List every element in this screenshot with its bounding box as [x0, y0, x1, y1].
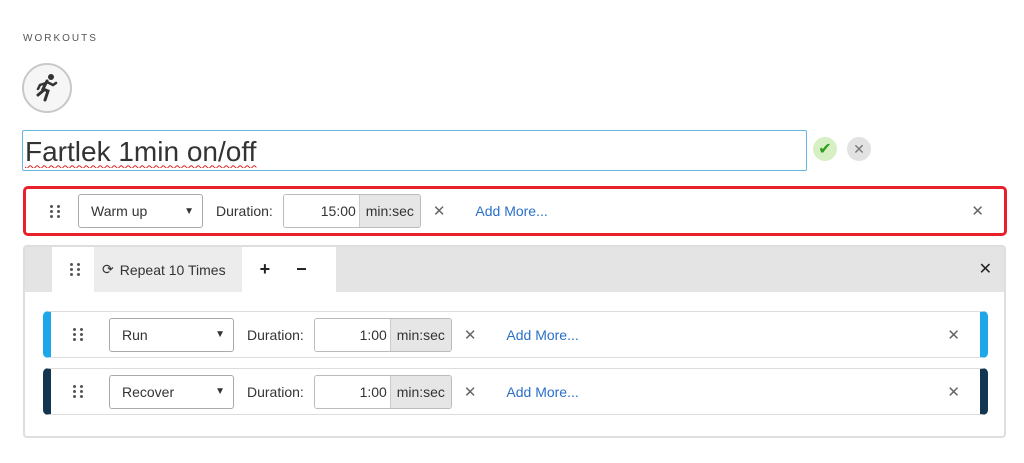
close-icon: ✕: [853, 140, 865, 157]
clear-duration-icon[interactable]: ✕: [433, 202, 446, 220]
duration-label: Duration:: [247, 326, 304, 343]
increment-repeat-button[interactable]: +: [260, 259, 271, 280]
remove-step-icon[interactable]: ✕: [947, 383, 960, 401]
duration-label: Duration:: [247, 383, 304, 400]
add-more-link[interactable]: Add More...: [506, 384, 578, 400]
drag-handle-icon[interactable]: [50, 204, 64, 218]
decrement-repeat-button[interactable]: −: [296, 259, 307, 280]
runner-glyph-icon: [36, 74, 58, 102]
duration-unit: min:sec: [358, 195, 420, 227]
confirm-button[interactable]: ✔: [813, 137, 837, 161]
duration-input[interactable]: 1:00: [314, 375, 390, 408]
step-type-value: Warm up: [91, 203, 148, 219]
checkmark-icon: ✔: [818, 141, 832, 158]
add-more-link[interactable]: Add More...: [506, 327, 578, 343]
remove-repeat-icon[interactable]: ✕: [979, 259, 992, 279]
step-type-select[interactable]: Recover ▼: [109, 374, 234, 409]
repeat-label-box: ⟳ Repeat 10 Times: [94, 247, 242, 292]
section-label: WORKOUTS: [23, 33, 98, 44]
chevron-down-icon: ▼: [215, 386, 225, 397]
repeat-icon: ⟳: [102, 261, 114, 277]
repeat-label: Repeat 10 Times: [119, 261, 226, 278]
drag-handle-icon[interactable]: [70, 263, 84, 277]
duration-input[interactable]: 1:00: [314, 318, 390, 351]
runner-icon[interactable]: [22, 63, 72, 113]
duration-field: 15:00 min:sec: [282, 194, 421, 228]
workout-title-input[interactable]: [22, 130, 807, 171]
repeat-tab: ⟳ Repeat 10 Times + −: [52, 247, 336, 292]
duration-unit: min:sec: [389, 375, 451, 408]
step-recover: Recover ▼ Duration: 1:00 min:sec ✕ Add M…: [43, 368, 988, 415]
step-type-select[interactable]: Run ▼: [109, 317, 234, 352]
duration-unit: min:sec: [389, 318, 451, 351]
chevron-down-icon: ▼: [215, 329, 225, 340]
chevron-down-icon: ▼: [184, 205, 194, 217]
step-type-select[interactable]: Warm up ▼: [78, 194, 203, 228]
remove-step-icon[interactable]: ✕: [947, 326, 960, 344]
repeat-header: ⟳ Repeat 10 Times + − ✕: [25, 247, 1004, 292]
add-more-link[interactable]: Add More...: [475, 203, 547, 219]
step-type-value: Run: [122, 326, 148, 343]
duration-input[interactable]: 15:00: [283, 195, 359, 227]
drag-handle-icon[interactable]: [73, 328, 87, 342]
step-warmup: Warm up ▼ Duration: 15:00 min:sec ✕ Add …: [23, 186, 1007, 236]
drag-handle-icon[interactable]: [73, 385, 87, 399]
step-type-value: Recover: [122, 383, 175, 400]
duration-field: 1:00 min:sec: [313, 317, 452, 352]
cancel-button[interactable]: ✕: [847, 137, 871, 161]
clear-duration-icon[interactable]: ✕: [464, 383, 477, 401]
step-run: Run ▼ Duration: 1:00 min:sec ✕ Add More.…: [43, 311, 988, 358]
remove-step-icon[interactable]: ✕: [971, 202, 984, 220]
duration-label: Duration:: [216, 203, 273, 219]
clear-duration-icon[interactable]: ✕: [464, 326, 477, 344]
duration-field: 1:00 min:sec: [313, 374, 452, 409]
